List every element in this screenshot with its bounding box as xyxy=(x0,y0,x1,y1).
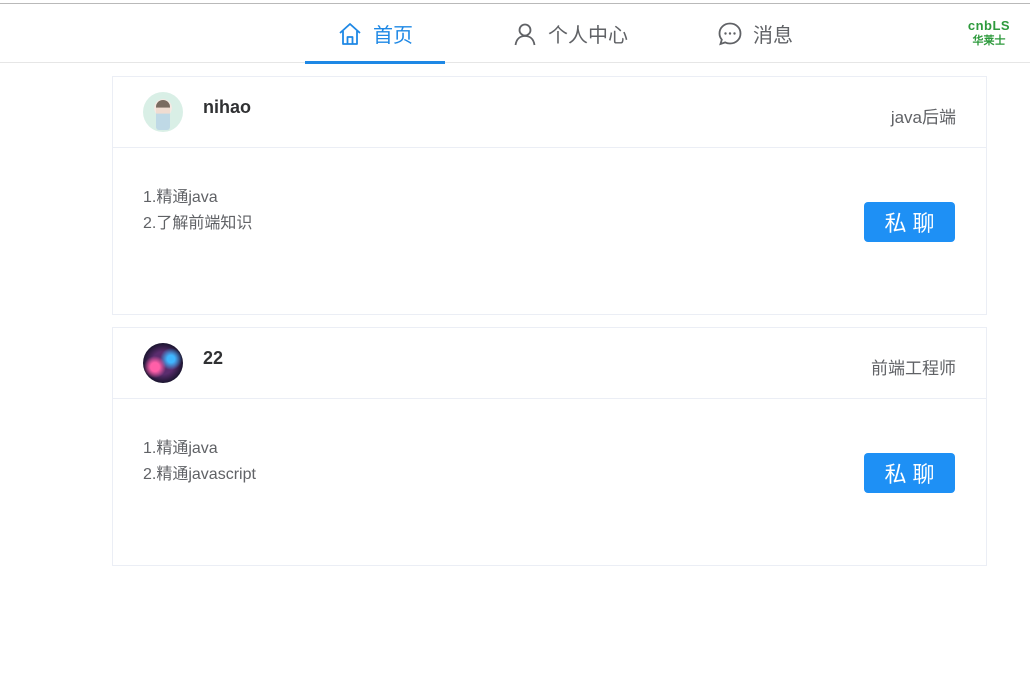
logo-text-en: cnbLS xyxy=(967,18,1011,33)
nav-item-label: 首页 xyxy=(373,25,413,47)
home-icon xyxy=(339,22,361,45)
skills-list: 1.精通java 2.了解前端知识 xyxy=(143,185,252,237)
nav-item-messages[interactable]: 消息 xyxy=(695,4,815,63)
avatar[interactable] xyxy=(143,92,183,132)
skill-item: 2.精通javascript xyxy=(143,466,256,483)
top-navbar: 首页 个人中心 消息 cnbLS 华莱士 xyxy=(0,4,1030,64)
nav-item-label: 消息 xyxy=(753,25,793,47)
username: nihao xyxy=(203,97,251,117)
skill-item: 1.精通java xyxy=(143,189,218,206)
nav-item-home[interactable]: 首页 xyxy=(305,4,445,64)
skill-item: 1.精通java xyxy=(143,440,218,457)
nav-item-label: 个人中心 xyxy=(548,25,628,47)
chat-bubble-icon xyxy=(718,22,742,45)
private-chat-button[interactable]: 私聊 xyxy=(864,453,955,493)
nav-item-profile[interactable]: 个人中心 xyxy=(490,4,650,63)
skills-list: 1.精通java 2.精通javascript xyxy=(143,436,256,488)
username: 22 xyxy=(203,348,224,368)
user-card: 22 前端工程师 1.精通java 2.精通javascript 私聊 xyxy=(112,327,987,566)
card-header: 22 前端工程师 xyxy=(113,328,986,399)
logo-text-cn: 华莱士 xyxy=(972,35,1006,47)
card-header: nihao java后端 xyxy=(113,77,986,148)
avatar[interactable] xyxy=(143,343,183,383)
user-card: nihao java后端 1.精通java 2.了解前端知识 私聊 xyxy=(112,76,987,315)
job-title: 前端工程师 xyxy=(871,359,956,378)
user-icon xyxy=(514,23,536,45)
private-chat-button[interactable]: 私聊 xyxy=(864,202,955,242)
job-title: java后端 xyxy=(890,108,956,127)
brand-logo: cnbLS 华莱士 xyxy=(966,19,1012,53)
skill-item: 2.了解前端知识 xyxy=(143,215,253,232)
